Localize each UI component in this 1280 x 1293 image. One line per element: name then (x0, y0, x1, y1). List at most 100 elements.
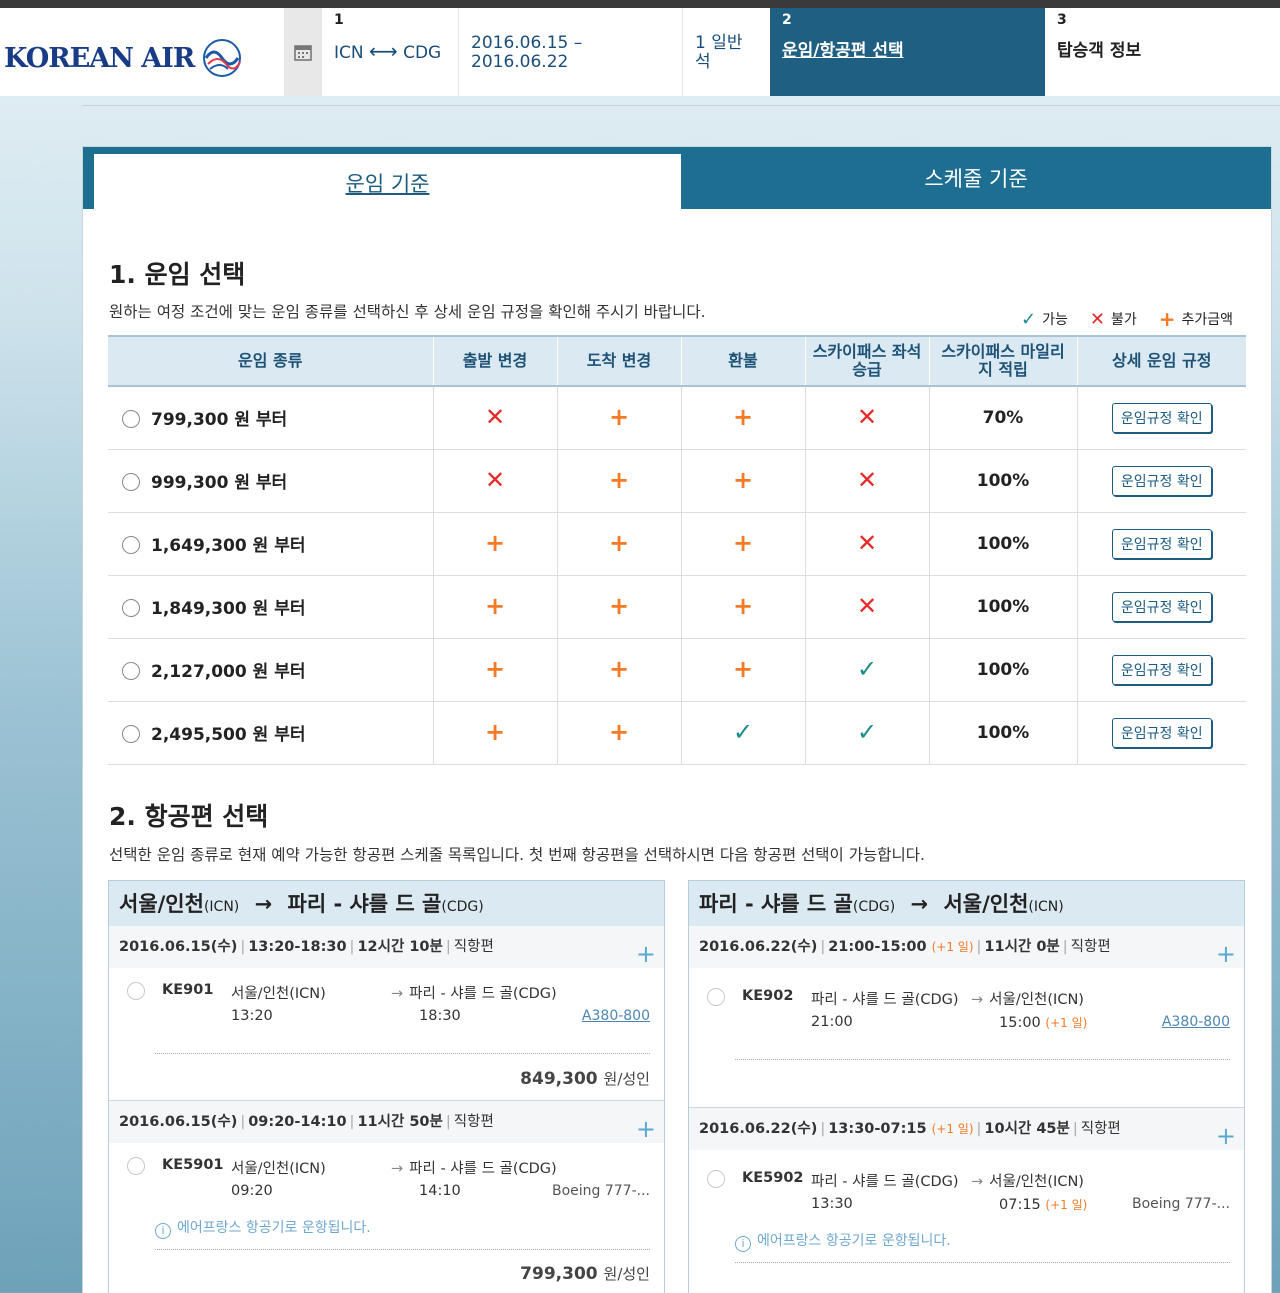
check-icon: ✓ (856, 718, 878, 746)
flight-option[interactable]: 2016.06.15(수) | 09:20-14:10 | 11시간 50분 | 직항편 +… (109, 1101, 664, 1293)
plus-icon: + (732, 466, 754, 494)
fare-row[interactable]: 1,649,300 원 부터 + + + ✕ 100% 운임규정 확인 (108, 512, 1246, 576)
fare-row[interactable]: 799,300 원 부터 ✕ + + ✕ 70% 운임규정 확인 (108, 386, 1246, 450)
flight-option[interactable]: 2016.06.15(수) | 13:20-18:30 | 12시간 10분 | 직항편 +… (109, 926, 664, 1101)
dest-code: CDG (403, 43, 442, 63)
plus-icon: + (484, 655, 506, 683)
flight-code: KE901 (162, 982, 214, 998)
fare-radio[interactable] (122, 599, 140, 617)
step-dates[interactable]: 2016.06.15 –2016.06.22 (458, 8, 682, 96)
step-passenger-info[interactable]: 3 탑승객 정보 (1045, 8, 1280, 96)
fare-row[interactable]: 2,127,000 원 부터 + + + ✓ 100% 운임규정 확인 (108, 638, 1246, 702)
fare-rule-button[interactable]: 운임규정 확인 (1111, 654, 1212, 685)
fare-rule-button[interactable]: 운임규정 확인 (1111, 591, 1212, 622)
step-route[interactable]: 1 ICN ⟷ CDG (321, 8, 458, 96)
col-rules: 상세 운임 규정 (1077, 335, 1246, 387)
x-icon: ✕ (856, 403, 878, 432)
fare-radio[interactable] (122, 725, 140, 743)
arrow-icon: → (391, 986, 404, 1002)
flight-code: KE902 (742, 988, 794, 1004)
expand-plus-icon[interactable]: + (1216, 1115, 1236, 1157)
flight-radio[interactable] (707, 1170, 725, 1188)
expand-plus-icon[interactable]: + (1216, 933, 1236, 975)
plus-icon: + (484, 718, 506, 746)
plus-icon: + (732, 655, 754, 683)
col-refund: 환불 (681, 335, 806, 387)
tab-schedule-based[interactable]: 스케줄 기준 (681, 154, 1271, 204)
aircraft-link[interactable]: A380-800 (1162, 1014, 1230, 1030)
plus-icon: + (608, 655, 630, 683)
step-cabin[interactable]: 1 일반 석 (682, 8, 770, 96)
flight-code: KE5902 (742, 1170, 804, 1186)
roundtrip-arrow-icon: ⟷ (369, 39, 398, 63)
plus-icon: + (732, 592, 754, 620)
plus-icon: + (608, 718, 630, 746)
fare-rule-button[interactable]: 운임규정 확인 (1111, 717, 1212, 748)
plus-icon: + (608, 403, 630, 432)
expand-plus-icon[interactable]: + (636, 933, 656, 975)
fare-row[interactable]: 1,849,300 원 부터 + + + ✕ 100% 운임규정 확인 (108, 575, 1246, 639)
flight-radio[interactable] (127, 982, 145, 1000)
fare-rule-button[interactable]: 운임규정 확인 (1111, 465, 1212, 496)
mileage-pct: 100% (929, 512, 1078, 576)
aircraft-link[interactable]: A380-800 (582, 1008, 650, 1024)
col-fare-type: 운임 종류 (108, 335, 434, 387)
operated-by-note: i 에어프랑스 항공기로 운항됩니다. (155, 1217, 371, 1239)
check-icon: ✓ (732, 718, 754, 746)
outbound-flight-list: 서울/인천(ICN) → 파리 - 샤를 드 골(CDG) 2016.06.15… (108, 880, 665, 1293)
flight-radio[interactable] (707, 988, 725, 1006)
korean-air-logo[interactable]: KOREAN AIR (4, 36, 244, 80)
fare-rule-button[interactable]: 운임규정 확인 (1111, 402, 1212, 433)
fare-price: 799,300 원 부터 (151, 410, 288, 431)
x-icon: ✕ (484, 466, 506, 494)
step-fare-flight-select[interactable]: 2 운임/항공편 선택 (770, 8, 1045, 96)
arrow-icon: → (971, 1174, 984, 1190)
window-top-bar (0, 0, 1280, 8)
fare-radio[interactable] (122, 662, 140, 680)
plus-icon: + (484, 592, 506, 620)
arrow-right-icon: → (254, 892, 273, 916)
plus-icon: + (608, 592, 630, 620)
section1-desc: 원하는 여정 조건에 맞는 운임 종류를 선택하신 후 상세 운임 규정을 확인… (109, 303, 706, 321)
col-arr-change: 도착 변경 (557, 335, 682, 387)
tab-bar: 운임 기준 스케줄 기준 (83, 147, 1271, 210)
plus-icon: + (608, 529, 630, 557)
flight-option[interactable]: 2016.06.22(수) | 13:30-07:15 (+1 일) | 10시간 45… (689, 1108, 1244, 1293)
fare-radio[interactable] (122, 536, 140, 554)
plus-icon: + (1158, 307, 1176, 331)
fare-price: 2,127,000 원 부터 (151, 662, 306, 682)
legend: ✓ 가능 ✕ 불가 + 추가금액 (1021, 307, 1233, 331)
expand-plus-icon[interactable]: + (636, 1108, 656, 1150)
legend-unavailable: ✕ 불가 (1089, 308, 1137, 330)
legend-extra: + 추가금액 (1158, 307, 1233, 331)
arrow-icon: → (391, 1161, 404, 1177)
fare-rule-button[interactable]: 운임규정 확인 (1111, 528, 1212, 559)
tab-fare-based[interactable]: 운임 기준 (94, 154, 681, 210)
flight-radio[interactable] (127, 1157, 145, 1175)
mileage-pct: 100% (929, 575, 1078, 639)
fare-radio[interactable] (122, 410, 140, 429)
fare-radio[interactable] (122, 473, 140, 491)
flight-option[interactable]: 2016.06.22(수) | 21:00-15:00 (+1 일) | 11시간 0분… (689, 926, 1244, 1108)
aircraft-type: Boeing 777-... (551, 1183, 650, 1199)
fare-row[interactable]: 999,300 원 부터 ✕ + + ✕ 100% 운임규정 확인 (108, 449, 1246, 513)
arrow-right-icon: → (910, 892, 929, 916)
fare-price: 1,649,300 원 부터 (151, 536, 306, 556)
flight-fare: 799,300 원/성인 (520, 1264, 650, 1284)
mileage-pct: 70% (929, 386, 1078, 450)
calendar-icon[interactable] (284, 8, 321, 96)
x-icon: ✕ (856, 592, 878, 620)
x-icon: ✕ (856, 466, 878, 494)
plus-icon: + (732, 529, 754, 557)
plus-icon: + (732, 403, 754, 432)
booking-header: KOREAN AIR 1 ICN ⟷ CDG 2016.06.15 –2016.… (0, 8, 1280, 96)
col-upgrade: 스카이패스 좌석승급 (805, 335, 930, 387)
fare-row[interactable]: 2,495,500 원 부터 + + ✓ ✓ 100% 운임규정 확인 (108, 701, 1246, 765)
arrow-icon: → (971, 992, 984, 1008)
mileage-pct: 100% (929, 701, 1078, 765)
x-icon: ✕ (484, 403, 506, 432)
aircraft-type: Boeing 777-... (1131, 1196, 1230, 1212)
divider (82, 105, 1280, 106)
mileage-pct: 100% (929, 449, 1078, 513)
x-icon: ✕ (1089, 308, 1105, 330)
